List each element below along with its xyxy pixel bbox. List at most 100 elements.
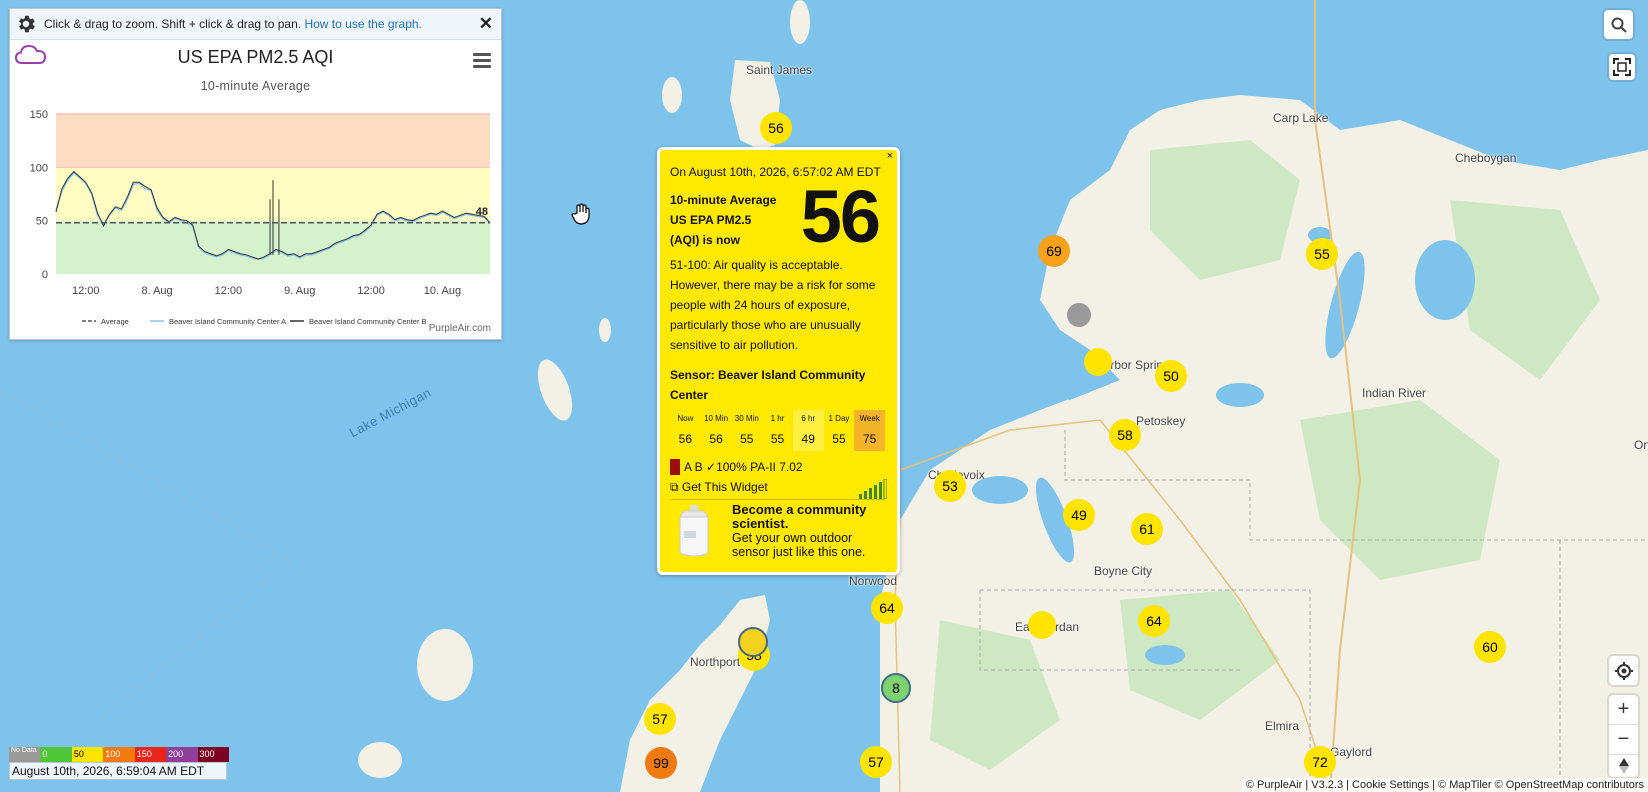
popup-label-line3: (AQI) is now xyxy=(670,233,740,247)
popup-label: 10-minute Average US EPA PM2.5 (AQI) is … xyxy=(670,190,776,250)
sensor-product-image[interactable] xyxy=(674,505,714,557)
zoom-control[interactable]: + − xyxy=(1609,695,1638,777)
widget-icon: ⧉ xyxy=(670,480,679,494)
sensor-marker[interactable]: 58 xyxy=(1109,419,1141,451)
sensor-marker[interactable]: 57 xyxy=(860,746,892,778)
aqi-line-chart[interactable]: 0 50 100 150 12:00 8. Aug 12:00 9. Aug 12:00 10. … xyxy=(10,99,501,329)
close-chart-button[interactable]: ✕ xyxy=(479,14,493,34)
crosshair-icon xyxy=(1614,661,1633,680)
aqi-value: 56 xyxy=(800,175,881,258)
history-cell[interactable]: Week 75 xyxy=(854,410,886,451)
chart-credit[interactable]: PurpleAir.com xyxy=(429,323,491,334)
sensor-marker[interactable]: 55 xyxy=(1306,238,1338,270)
place-gaylord: Gaylord xyxy=(1330,745,1373,759)
zoom-out-button[interactable]: − xyxy=(1609,725,1638,755)
popup-label-line1: 10-minute Average xyxy=(670,193,777,207)
chart-hint: Click & drag to zoom. Shift + click & dr… xyxy=(44,17,422,31)
x-tick-label: 12:00 xyxy=(357,285,385,297)
history-cell[interactable]: Now 56 xyxy=(670,410,701,451)
history-header: 6 hr xyxy=(801,414,816,423)
sensor-marker[interactable]: 49 xyxy=(1063,499,1095,531)
chart-hint-text: Click & drag to zoom. Shift + click & dr… xyxy=(44,17,302,31)
end-value-label: 48 xyxy=(476,206,488,218)
close-popup-button[interactable]: × xyxy=(887,150,893,162)
fullscreen-button[interactable] xyxy=(1609,54,1635,80)
x-tick-label: 9. Aug xyxy=(284,285,315,297)
compass-button[interactable] xyxy=(1609,755,1638,777)
promo-title: Become a community scientist. xyxy=(732,502,867,531)
legend-timestamp: August 10th, 2026, 6:59:04 AM EDT xyxy=(9,762,227,780)
sensor-status-text: A B ✓100% PA-II 7.02 xyxy=(684,460,803,474)
chart-title: US EPA PM2.5 AQI xyxy=(177,47,334,67)
map-attribution[interactable]: © PurpleAir | V3.2.3 | Cookie Settings |… xyxy=(1241,778,1648,792)
get-widget-link[interactable]: ⧉ Get This Widget xyxy=(670,480,768,495)
history-value: 49 xyxy=(801,432,815,446)
place-indian-river: Indian River xyxy=(1362,386,1427,400)
search-icon xyxy=(1611,17,1627,33)
sensor-marker[interactable]: 53 xyxy=(934,470,966,502)
place-cheboygan: Cheboygan xyxy=(1455,151,1517,165)
history-cell[interactable]: 30 Min 55 xyxy=(731,410,762,451)
popup-divider xyxy=(670,499,885,500)
history-header: 10 Min xyxy=(704,414,729,423)
thermometer-icon[interactable] xyxy=(670,459,680,475)
sensor-marker[interactable]: 64 xyxy=(1138,605,1170,637)
sensor-marker[interactable]: 8 xyxy=(881,673,911,703)
sensor-marker[interactable]: 64 xyxy=(871,592,903,624)
history-value: 55 xyxy=(832,432,846,446)
sensor-marker[interactable] xyxy=(1028,611,1056,639)
legend-item-label: Beaver Island Community Center B xyxy=(309,317,427,326)
zoom-in-button[interactable]: + xyxy=(1609,695,1638,725)
sensor-marker[interactable]: 61 xyxy=(1131,513,1163,545)
sensor-marker[interactable] xyxy=(1084,348,1112,376)
place-saint-james: Saint James xyxy=(746,63,813,77)
history-cell[interactable]: 10 Min 56 xyxy=(701,410,732,451)
history-table: Now 56 10 Min 56 30 Min 55 1 hr 55 6 hr 49 1 … xyxy=(670,410,886,451)
place-on: On xyxy=(1634,438,1648,452)
sensor-name[interactable]: Sensor: Beaver Island Community Center xyxy=(670,365,885,405)
sensor-marker[interactable]: 60 xyxy=(1474,631,1506,663)
x-tick-label: 10. Aug xyxy=(424,285,461,297)
sensor-marker[interactable] xyxy=(738,627,768,657)
place-norwood: Norwood xyxy=(849,574,898,588)
history-cell[interactable]: 1 Day 55 xyxy=(824,410,855,451)
sensor-marker[interactable]: 50 xyxy=(1155,360,1187,392)
chart-menu-icon[interactable] xyxy=(473,53,491,68)
x-tick-label: 8. Aug xyxy=(141,285,172,297)
promo-body: Get your own outdoor sensor just like th… xyxy=(732,531,866,559)
history-cell[interactable]: 6 hr 49 xyxy=(792,410,824,451)
geolocate-button[interactable] xyxy=(1609,656,1638,685)
legend-segment: 50 xyxy=(71,747,104,762)
legend-item-label: Average xyxy=(101,317,129,326)
geolocate-control[interactable] xyxy=(1609,656,1638,685)
history-value: 55 xyxy=(770,432,785,446)
signal-strength-icon xyxy=(859,479,887,499)
sensor-marker-no-data[interactable] xyxy=(1067,303,1091,327)
aqi-description: 51-100: Air quality is acceptable. Howev… xyxy=(670,258,876,352)
sensor-marker[interactable]: 69 xyxy=(1038,235,1070,267)
search-control[interactable] xyxy=(1604,10,1633,39)
how-to-use-graph-link[interactable]: How to use the graph. xyxy=(304,17,421,31)
sensor-marker[interactable]: 72 xyxy=(1304,746,1336,778)
sensor-marker[interactable]: 99 xyxy=(645,747,677,779)
fullscreen-control[interactable] xyxy=(1609,54,1635,80)
history-header: 30 Min xyxy=(734,414,759,423)
legend-segment: 100 xyxy=(103,747,135,762)
sensor-marker[interactable]: 57 xyxy=(644,703,676,735)
history-value: 56 xyxy=(709,432,723,446)
gear-icon[interactable] xyxy=(15,13,37,35)
legend-item-label: Beaver Island Community Center A xyxy=(169,317,286,326)
history-header: 1 hr xyxy=(770,414,785,423)
history-header: Now xyxy=(677,414,694,423)
sensor-marker[interactable]: 56 xyxy=(760,112,792,144)
place-elmira: Elmira xyxy=(1265,719,1300,733)
y-tick-label: 150 xyxy=(30,109,48,121)
y-tick-label: 100 xyxy=(30,162,48,174)
search-button[interactable] xyxy=(1604,10,1633,39)
promo-text[interactable]: Become a community scientist. Get your o… xyxy=(732,502,882,560)
history-value: 75 xyxy=(862,432,877,446)
fullscreen-icon xyxy=(1613,58,1631,76)
history-value: 56 xyxy=(678,432,693,446)
history-cell[interactable]: 1 hr 55 xyxy=(762,410,793,451)
place-boyne-city: Boyne City xyxy=(1094,564,1153,578)
